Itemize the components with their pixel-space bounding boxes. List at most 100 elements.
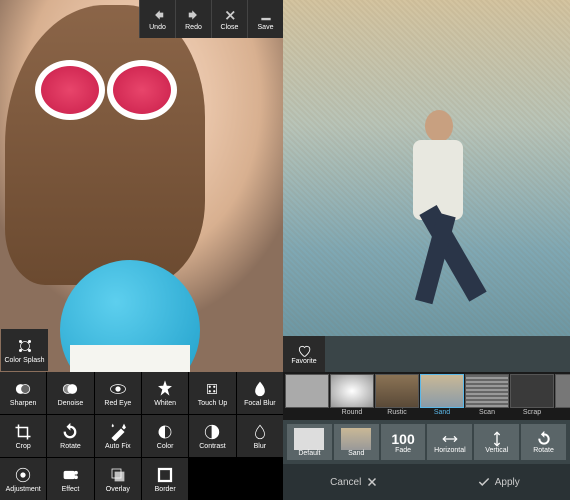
splash-label: Color Splash xyxy=(4,357,44,364)
redo-button[interactable]: Redo xyxy=(175,0,211,38)
filter-label: Scrap xyxy=(523,409,541,416)
redo-icon xyxy=(187,8,201,22)
apply-button[interactable]: Apply xyxy=(427,464,570,500)
fade-label: Fade xyxy=(395,447,411,454)
filter-panel: Favorite Round Rustic Sand Scan Scrap Sl… xyxy=(283,336,570,500)
blur-button[interactable]: Blur xyxy=(237,415,283,457)
filter-thumb-rustic[interactable]: Rustic xyxy=(375,374,419,418)
left-editor-screen: Undo Redo Close Save Color Splash Sharpe… xyxy=(0,0,283,500)
heart-icon xyxy=(297,344,311,358)
fade-value: 100 xyxy=(391,431,414,447)
redo-label: Redo xyxy=(185,24,202,31)
filter-thumb-sand[interactable]: Sand xyxy=(420,374,464,418)
tool-label: Adjustment xyxy=(6,486,41,493)
favorite-button[interactable]: Favorite xyxy=(283,336,325,372)
close-button[interactable]: Close xyxy=(211,0,247,38)
close-label: Close xyxy=(221,24,239,31)
whiten-button[interactable]: Whiten xyxy=(142,372,188,414)
color-splash-button[interactable]: Color Splash xyxy=(1,329,48,371)
save-button[interactable]: Save xyxy=(247,0,283,38)
focalblur-icon xyxy=(251,380,269,398)
tool-label: Sharpen xyxy=(10,400,36,407)
cancel-icon xyxy=(365,475,379,489)
touchup-icon xyxy=(203,380,221,398)
autofix-icon xyxy=(109,423,127,441)
sharpen-button[interactable]: Sharpen xyxy=(0,372,46,414)
undo-button[interactable]: Undo xyxy=(139,0,175,38)
border-controls: Default Sand 100 Fade Horizontal Vertica… xyxy=(283,420,570,464)
redeye-button[interactable]: Red Eye xyxy=(95,372,141,414)
denoise-icon xyxy=(61,380,79,398)
color-icon xyxy=(156,423,174,441)
flip-horizontal-icon xyxy=(442,431,458,447)
whiten-icon xyxy=(156,380,174,398)
focalblur-button[interactable]: Focal Blur xyxy=(237,372,283,414)
tool-label: Auto Fix xyxy=(105,443,131,450)
favorite-label: Favorite xyxy=(291,358,316,365)
blur-icon xyxy=(251,423,269,441)
filter-label: Round xyxy=(342,409,363,416)
filter-strip[interactable]: Round Rustic Sand Scan Scrap Slo xyxy=(283,372,570,420)
redeye-icon xyxy=(109,380,127,398)
filter-thumb-round[interactable]: Round xyxy=(330,374,374,418)
effect-icon xyxy=(61,466,79,484)
flip-horizontal-button[interactable]: Horizontal xyxy=(427,424,472,460)
tool-label: Whiten xyxy=(154,400,176,407)
tool-label: Rotate xyxy=(60,443,81,450)
tool-label: Focal Blur xyxy=(244,400,276,407)
close-icon xyxy=(223,8,237,22)
filter-thumb-scrap[interactable]: Scrap xyxy=(510,374,554,418)
check-icon xyxy=(477,475,491,489)
tool-grid: Sharpen Denoise Red Eye Whiten Touch Up … xyxy=(0,372,283,500)
color-button[interactable]: Color xyxy=(142,415,188,457)
tool-label: Red Eye xyxy=(104,400,131,407)
vertical-label: Vertical xyxy=(485,447,508,454)
filter-label: Scan xyxy=(479,409,495,416)
rotate-button[interactable]: Rotate xyxy=(47,415,93,457)
border-button[interactable]: Border xyxy=(142,458,188,500)
rotate-border-icon xyxy=(536,431,552,447)
rotate-icon xyxy=(61,423,79,441)
undo-icon xyxy=(151,8,165,22)
filter-thumb-slo[interactable]: Slo xyxy=(555,374,570,418)
history-toolbar: Undo Redo Close Save xyxy=(139,0,283,38)
tool-label: Touch Up xyxy=(198,400,228,407)
cancel-label: Cancel xyxy=(330,477,361,488)
autofix-button[interactable]: Auto Fix xyxy=(95,415,141,457)
tool-label: Effect xyxy=(62,486,80,493)
save-icon xyxy=(259,8,273,22)
default-preview[interactable]: Default xyxy=(287,424,332,460)
tool-label: Crop xyxy=(16,443,31,450)
flip-vertical-button[interactable]: Vertical xyxy=(474,424,519,460)
apply-label: Apply xyxy=(495,477,520,488)
rotate-border-button[interactable]: Rotate xyxy=(521,424,566,460)
tool-label: Color xyxy=(157,443,174,450)
adjustment-button[interactable]: Adjustment xyxy=(0,458,46,500)
contrast-button[interactable]: Contrast xyxy=(189,415,235,457)
crop-button[interactable]: Crop xyxy=(0,415,46,457)
filter-thumb-plain[interactable] xyxy=(285,374,329,418)
touchup-button[interactable]: Touch Up xyxy=(189,372,235,414)
right-filter-screen: Favorite Round Rustic Sand Scan Scrap Sl… xyxy=(283,0,570,500)
tool-label: Contrast xyxy=(199,443,225,450)
border-icon xyxy=(156,466,174,484)
default-label: Default xyxy=(298,450,320,457)
effect-button[interactable]: Effect xyxy=(47,458,93,500)
splash-icon xyxy=(16,337,34,355)
tools-panel: Color Splash Sharpen Denoise Red Eye Whi… xyxy=(0,329,283,500)
flip-vertical-icon xyxy=(489,431,505,447)
fade-control[interactable]: 100 Fade xyxy=(381,424,426,460)
cancel-button[interactable]: Cancel xyxy=(283,464,427,500)
undo-label: Undo xyxy=(149,24,166,31)
tool-label: Overlay xyxy=(106,486,130,493)
filter-thumb-scan[interactable]: Scan xyxy=(465,374,509,418)
save-label: Save xyxy=(258,24,274,31)
contrast-icon xyxy=(203,423,221,441)
action-bar: Cancel Apply xyxy=(283,464,570,500)
current-filter-label: Sand xyxy=(348,450,364,457)
denoise-button[interactable]: Denoise xyxy=(47,372,93,414)
crop-icon xyxy=(14,423,32,441)
overlay-button[interactable]: Overlay xyxy=(95,458,141,500)
current-filter-preview[interactable]: Sand xyxy=(334,424,379,460)
horizontal-label: Horizontal xyxy=(434,447,466,454)
